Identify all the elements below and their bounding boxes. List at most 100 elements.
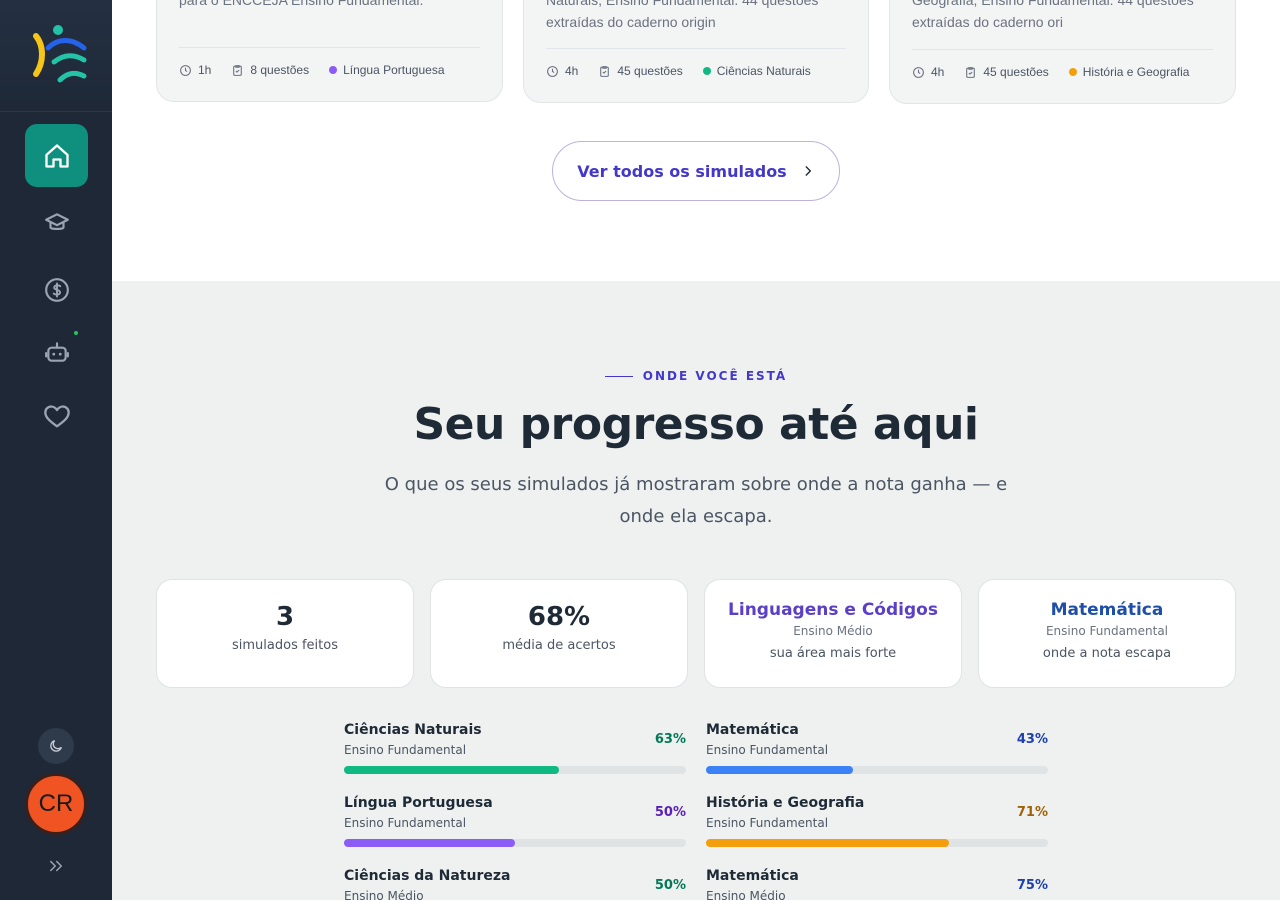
- subject-name: Ciências Naturais: [344, 722, 482, 738]
- graduation-cap-icon: [44, 212, 69, 230]
- stat-label: média de acertos: [502, 638, 616, 653]
- clipboard-icon: [233, 64, 243, 76]
- stat-card-average: 68% média de acertos: [430, 579, 688, 688]
- stat-level: Ensino Médio: [793, 624, 873, 638]
- subject-level: Ensino Médio: [344, 889, 424, 900]
- exam-card[interactable]: Geografia, Ensino Fundamental. 44 questõ…: [889, 0, 1236, 104]
- subject-percent: 50%: [654, 878, 686, 893]
- exam-duration: 1h: [198, 63, 212, 77]
- clock-icon: [913, 66, 924, 78]
- progress-bar-item: Matemática Ensino Médio 75%: [706, 868, 1048, 900]
- stat-area: Linguagens e Códigos: [728, 600, 938, 620]
- exam-card-meta: 4h 45 questões História e Geografia: [912, 65, 1189, 79]
- nav-plans[interactable]: [25, 258, 88, 321]
- progress-track: [706, 766, 1048, 774]
- stat-label: sua área mais forte: [769, 646, 897, 661]
- section-title: Seu progresso até aqui: [413, 399, 979, 450]
- progress-fill: [706, 839, 949, 847]
- progress-track: [706, 839, 1048, 847]
- home-icon: [44, 143, 69, 168]
- nav-home[interactable]: [25, 124, 88, 187]
- nav-courses[interactable]: [25, 191, 88, 254]
- progress-bar-item: História e Geografia Ensino Fundamental …: [706, 795, 1048, 855]
- divider: [912, 49, 1213, 50]
- moon-icon: [50, 740, 62, 752]
- subject-dot: [702, 67, 711, 75]
- subject-dot: [329, 66, 338, 74]
- progress-fill: [344, 839, 515, 847]
- progress-track: [344, 766, 686, 774]
- section-subtitle: O que os seus simulados já mostraram sob…: [384, 474, 1008, 527]
- exam-card-meta: 4h 45 questões Ciências Naturais: [546, 64, 811, 78]
- exam-cards-section: para o ENCCEJA Ensino Fundamental. 1h 8 …: [112, 0, 1280, 281]
- progress-section: ONDE VOCÊ ESTÁ Seu progresso até aqui O …: [112, 281, 1280, 900]
- exam-questions: 45 questões: [983, 65, 1049, 79]
- stat-area: Matemática: [1050, 600, 1164, 620]
- exam-card[interactable]: para o ENCCEJA Ensino Fundamental. 1h 8 …: [156, 0, 503, 102]
- subject-percent: 43%: [1016, 732, 1048, 747]
- exam-card-meta: 1h 8 questões Língua Portuguesa: [179, 63, 445, 77]
- stat-label: onde a nota escapa: [1042, 646, 1172, 661]
- avatar-initials: CR: [38, 790, 74, 817]
- exam-card-description: Naturais, Ensino Fundamental. 44 questõe…: [546, 0, 819, 30]
- eyebrow-line: [604, 375, 633, 377]
- stat-value: 3: [275, 602, 295, 632]
- clock-icon: [547, 65, 558, 77]
- nav-assistant[interactable]: [25, 320, 88, 383]
- progress-bar-item: Ciências da Natureza Ensino Médio 50%: [344, 868, 686, 900]
- view-all-exams-button[interactable]: Ver todos os simulados: [552, 141, 840, 201]
- subject-name: Matemática: [706, 722, 799, 738]
- subject-percent: 50%: [654, 805, 686, 820]
- clipboard-icon: [966, 66, 976, 78]
- eyebrow-text: ONDE VOCÊ ESTÁ: [642, 369, 788, 383]
- nav-favorites[interactable]: [25, 385, 88, 448]
- logo-icon: [33, 25, 87, 83]
- exam-duration: 4h: [931, 65, 945, 79]
- exam-questions: 8 questões: [250, 63, 310, 77]
- view-all-label: Ver todos os simulados: [577, 161, 787, 181]
- clock-icon: [180, 64, 191, 76]
- exam-subject: Língua Portuguesa: [343, 63, 445, 77]
- expand-sidebar-button[interactable]: [42, 852, 70, 880]
- stat-label: simulados feitos: [232, 638, 338, 653]
- subject-level: Ensino Médio: [706, 889, 786, 900]
- subject-name: Língua Portuguesa: [344, 795, 493, 811]
- divider: [546, 48, 846, 49]
- chevrons-right-icon: [50, 860, 62, 872]
- exam-card[interactable]: Naturais, Ensino Fundamental. 44 questõe…: [523, 0, 869, 103]
- stat-level: Ensino Fundamental: [1045, 624, 1169, 638]
- exam-card-description: Geografia, Ensino Fundamental. 44 questõ…: [912, 0, 1194, 30]
- progress-fill: [706, 766, 854, 774]
- subject-level: Ensino Fundamental: [706, 816, 829, 830]
- progress-bar-item: Matemática Ensino Fundamental 43%: [706, 722, 1048, 782]
- exam-card-description: para o ENCCEJA Ensino Fundamental.: [179, 0, 424, 8]
- subject-name: História e Geografia: [706, 795, 865, 811]
- subject-level: Ensino Fundamental: [344, 743, 467, 757]
- exam-questions: 45 questões: [617, 64, 683, 78]
- assistant-online-dot: [74, 331, 78, 335]
- user-avatar[interactable]: CR: [25, 773, 87, 835]
- robot-icon: [44, 341, 69, 362]
- subject-name: Matemática: [706, 868, 799, 884]
- stat-card-weakest-area: Matemática Ensino Fundamental onde a not…: [978, 579, 1236, 688]
- subject-percent: 71%: [1016, 805, 1048, 820]
- dollar-icon: [44, 277, 69, 302]
- chevron-right-icon: [805, 166, 811, 176]
- clipboard-icon: [600, 65, 610, 77]
- subject-level: Ensino Fundamental: [706, 743, 829, 757]
- theme-toggle-button[interactable]: [38, 728, 74, 764]
- progress-bar-item: Língua Portuguesa Ensino Fundamental 50%: [344, 795, 686, 855]
- subject-percent: 63%: [654, 732, 686, 747]
- stat-value: 68%: [527, 602, 591, 632]
- progress-bar-item: Ciências Naturais Ensino Fundamental 63%: [344, 722, 686, 782]
- exam-duration: 4h: [565, 64, 579, 78]
- subject-level: Ensino Fundamental: [344, 816, 467, 830]
- app-logo[interactable]: [0, 0, 112, 112]
- subject-name: Ciências da Natureza: [344, 868, 511, 884]
- exam-subject: Ciências Naturais: [716, 64, 811, 78]
- section-eyebrow: ONDE VOCÊ ESTÁ: [112, 369, 1280, 383]
- progress-track: [344, 839, 686, 847]
- sidebar: CR: [0, 0, 112, 900]
- subject-percent: 75%: [1016, 878, 1048, 893]
- subject-dot: [1068, 68, 1077, 76]
